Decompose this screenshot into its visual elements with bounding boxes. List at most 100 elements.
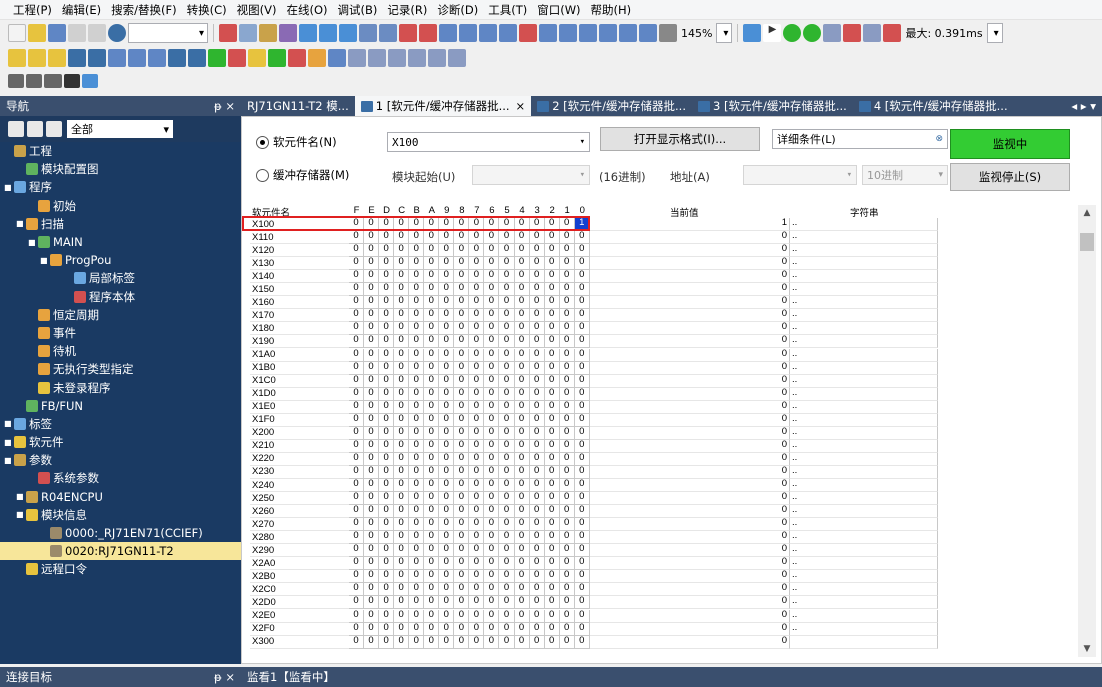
device-icon[interactable]	[299, 24, 317, 42]
bit-cell[interactable]: 0	[484, 609, 500, 623]
bit-cell[interactable]: 0	[469, 622, 485, 636]
nav-tree-item[interactable]: ■ 程序	[0, 178, 241, 196]
bit-cell[interactable]: 0	[514, 609, 530, 623]
window-icon[interactable]	[428, 49, 446, 67]
tree-expander-icon[interactable]: ■	[40, 256, 49, 265]
bit-cell[interactable]: 0	[499, 374, 515, 388]
bit-cell[interactable]: 0	[529, 374, 545, 388]
bit-cell[interactable]: 0	[529, 452, 545, 466]
event-icon[interactable]	[863, 24, 882, 42]
bit-cell[interactable]: 0	[499, 609, 515, 623]
close-icon[interactable]: ×	[516, 99, 526, 113]
read-plc-icon[interactable]	[419, 24, 437, 42]
run-ok-icon[interactable]	[783, 24, 802, 42]
bit-cell[interactable]: 0	[409, 348, 425, 362]
bit-cell[interactable]: 0	[514, 361, 530, 375]
bit-cell[interactable]: 0	[424, 452, 440, 466]
nav-tree-item[interactable]: 局部标签	[0, 269, 241, 287]
bit-cell[interactable]: 0	[349, 635, 365, 649]
bit-cell[interactable]: 0	[409, 335, 425, 349]
bit-cell[interactable]: 0	[439, 348, 455, 362]
bit-cell[interactable]: 0	[349, 426, 365, 440]
bit-cell[interactable]: 0	[394, 596, 410, 610]
tree-expander-icon[interactable]: ■	[4, 456, 13, 465]
copy-icon[interactable]	[239, 24, 257, 42]
play-icon[interactable]: ▶	[763, 24, 782, 42]
table-row[interactable]: X210 0 0 0 0 0 0 0 0 0 0 0 0 0 0 0 0 0..	[250, 439, 938, 453]
bit-cell[interactable]: 0	[544, 361, 560, 375]
nav-tree-item[interactable]: 恒定周期	[0, 306, 241, 324]
bit-cell[interactable]: 0	[559, 335, 575, 349]
stop-icon[interactable]	[743, 24, 762, 42]
nav-tree-item[interactable]: ■ 参数	[0, 451, 241, 469]
bit-cell[interactable]: 0	[559, 413, 575, 427]
network-icon[interactable]	[348, 49, 366, 67]
bit-cell[interactable]: 0	[574, 609, 590, 623]
nav-tree-item[interactable]: 0000:_RJ71EN71(CCIEF)	[0, 524, 241, 542]
bit-cell[interactable]: 0	[574, 413, 590, 427]
bit-cell[interactable]: 0	[484, 361, 500, 375]
paste-icon[interactable]	[259, 24, 277, 42]
bit-cell[interactable]: 0	[439, 413, 455, 427]
bit-cell[interactable]: 0	[424, 400, 440, 414]
tree-expander-icon[interactable]: ■	[28, 238, 37, 247]
monitor-start-icon[interactable]	[519, 24, 537, 42]
scroll-thumb[interactable]	[1080, 233, 1094, 251]
bit-cell[interactable]: 0	[469, 635, 485, 649]
bit-cell[interactable]: 0	[499, 426, 515, 440]
bit-cell[interactable]: 0	[484, 374, 500, 388]
tree-expander-icon[interactable]: ■	[16, 492, 25, 501]
bit-cell[interactable]: 0	[379, 452, 395, 466]
bit-cell[interactable]: 0	[439, 387, 455, 401]
bit-cell[interactable]: 0	[529, 335, 545, 349]
bit-cell[interactable]: 0	[544, 400, 560, 414]
bit-cell[interactable]: 0	[484, 452, 500, 466]
bit-cell[interactable]: 0	[514, 413, 530, 427]
tree-expander-icon[interactable]: ■	[16, 219, 25, 228]
bit-cell[interactable]: 0	[469, 413, 485, 427]
nav-tree-item[interactable]: 程序本体	[0, 288, 241, 306]
bit-cell[interactable]: 0	[544, 426, 560, 440]
device-list-icon[interactable]	[168, 49, 186, 67]
nav-tree-item[interactable]: ■ ProgPou	[0, 251, 241, 269]
bit-cell[interactable]: 0	[499, 439, 515, 453]
bit-cell[interactable]: 0	[409, 400, 425, 414]
cut-icon[interactable]	[219, 24, 237, 42]
bit-cell[interactable]: 0	[529, 400, 545, 414]
monitor-stop-icon[interactable]	[539, 24, 557, 42]
tree-expander-icon[interactable]: ■	[4, 438, 13, 447]
bit-cell[interactable]: 0	[364, 452, 380, 466]
bit-cell[interactable]: 0	[529, 609, 545, 623]
bit-cell[interactable]: 0	[469, 374, 485, 388]
menu-item[interactable]: 帮助(H)	[586, 2, 637, 18]
scroll-down-icon[interactable]: ▼	[1078, 641, 1096, 657]
module-icon[interactable]	[288, 49, 306, 67]
bit-cell[interactable]: 0	[484, 387, 500, 401]
bit-cell[interactable]: 0	[379, 335, 395, 349]
bit-cell[interactable]: 0	[484, 413, 500, 427]
bit-cell[interactable]: 0	[364, 400, 380, 414]
bit-cell[interactable]: 0	[379, 387, 395, 401]
buffer-memory-radio[interactable]: 缓冲存储器(M)	[256, 167, 349, 183]
bit-cell[interactable]: 0	[364, 439, 380, 453]
bit-cell[interactable]: 0	[559, 426, 575, 440]
bit-cell[interactable]: 0	[454, 361, 470, 375]
tree-collapse-icon[interactable]	[27, 121, 43, 137]
bit-cell[interactable]: 0	[349, 374, 365, 388]
bit-cell[interactable]: 0	[484, 596, 500, 610]
bit-cell[interactable]: 0	[379, 622, 395, 636]
bit-cell[interactable]: 0	[424, 635, 440, 649]
bit-cell[interactable]: 0	[364, 413, 380, 427]
scroll-up-icon[interactable]: ▲	[1078, 205, 1096, 221]
monitor-all-icon[interactable]	[559, 24, 577, 42]
bit-cell[interactable]: 0	[379, 439, 395, 453]
bit-cell[interactable]: 0	[439, 374, 455, 388]
nav-tree-item[interactable]: 待机	[0, 342, 241, 360]
bit-cell[interactable]: 0	[424, 426, 440, 440]
bit-cell[interactable]: 0	[514, 348, 530, 362]
bit-cell[interactable]: 0	[529, 413, 545, 427]
bit-cell[interactable]: 0	[349, 596, 365, 610]
bit-cell[interactable]: 0	[454, 426, 470, 440]
menu-item[interactable]: 诊断(D)	[432, 2, 483, 18]
device-batch-icon[interactable]	[319, 24, 337, 42]
